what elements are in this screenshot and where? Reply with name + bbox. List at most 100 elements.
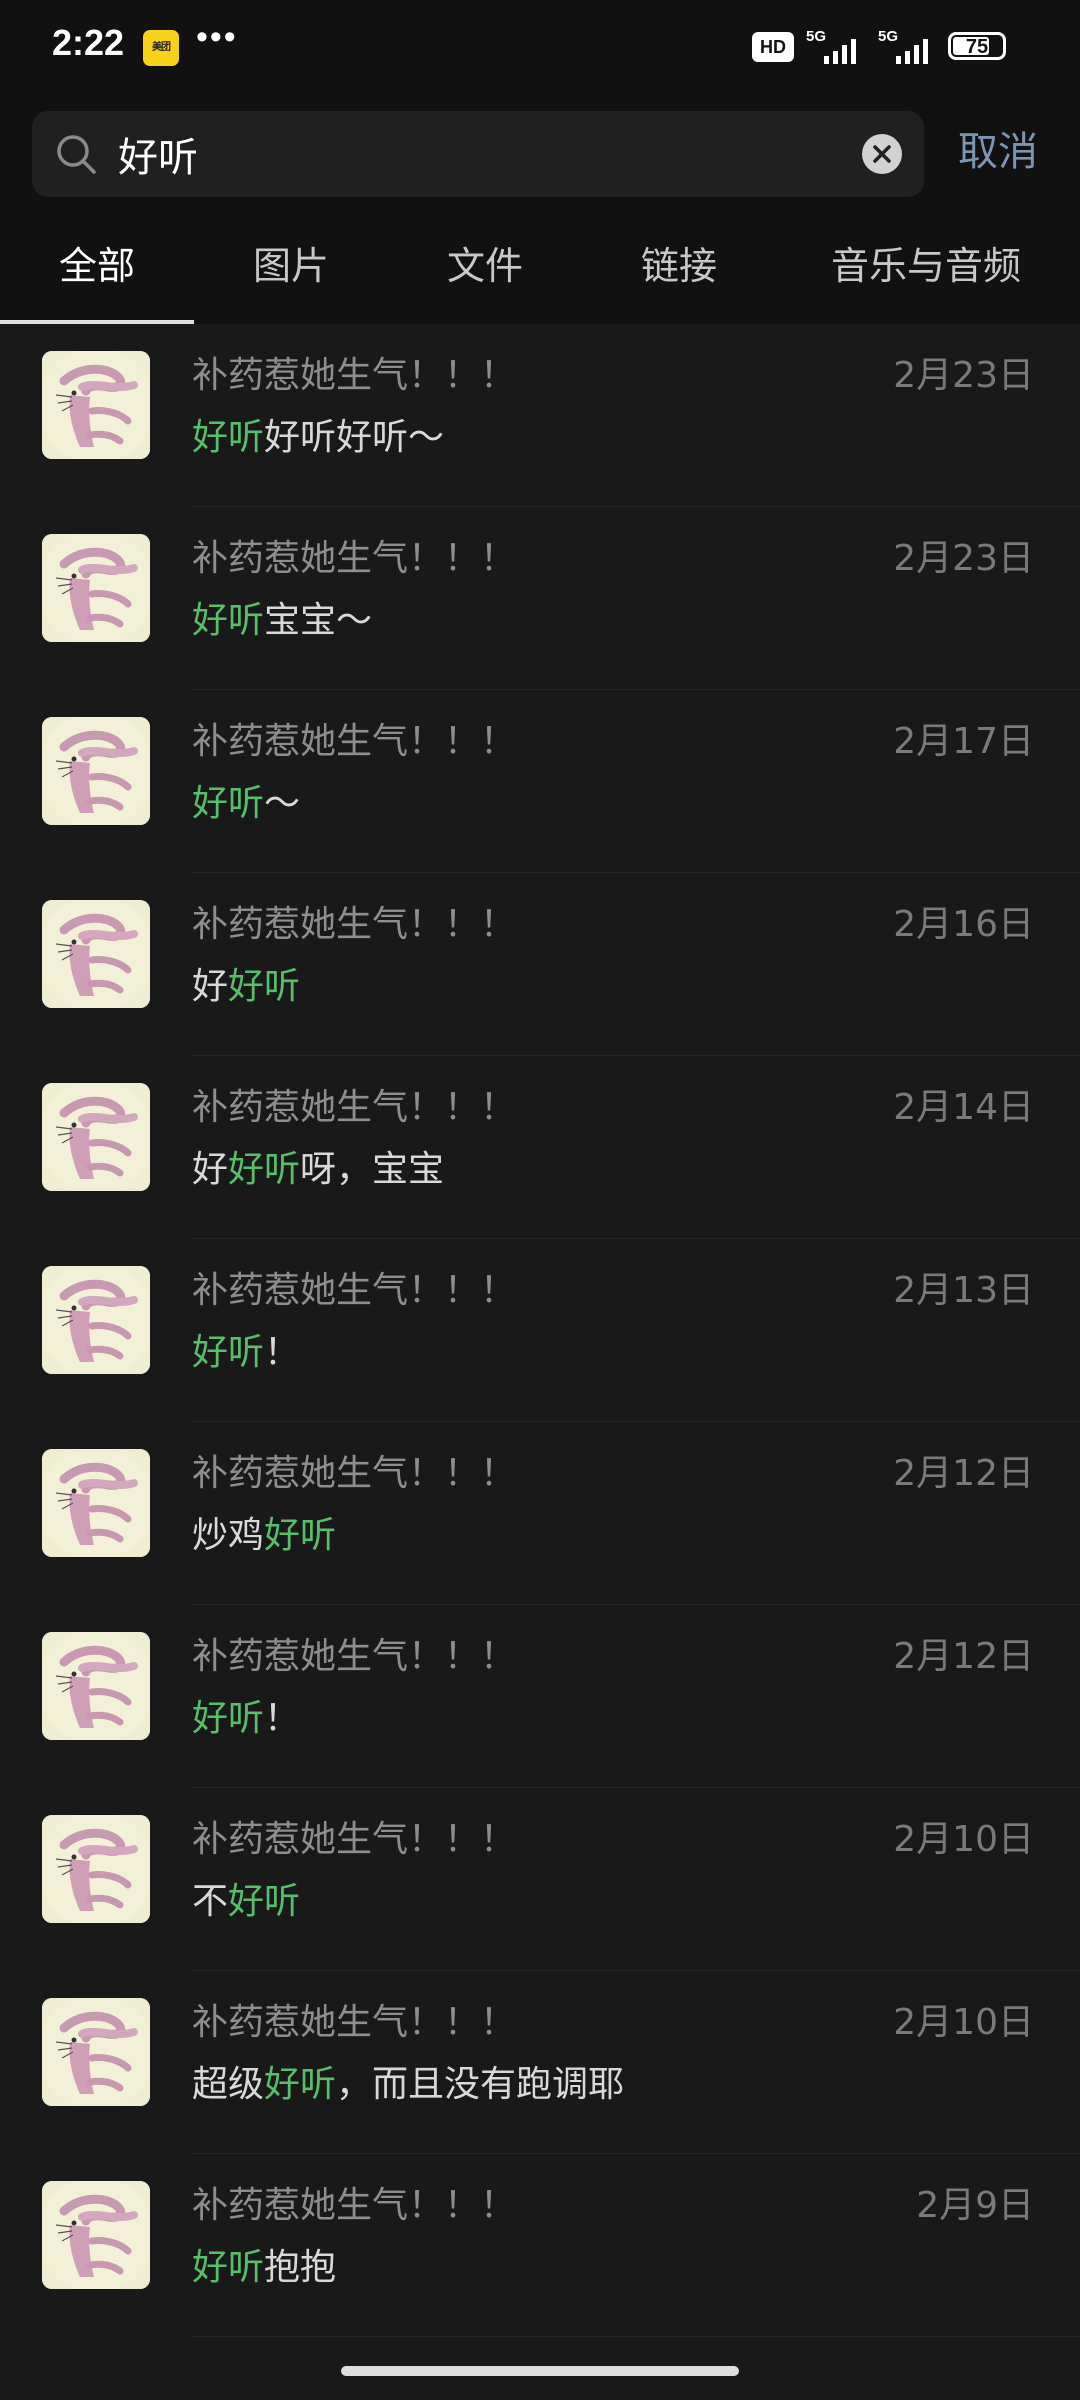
navigation-bar <box>0 2338 1080 2400</box>
message-snippet: 超级好听，而且没有跑调耶 <box>192 2055 624 2107</box>
message-date: 2月12日 <box>893 1453 1034 1494</box>
bunny-avatar-image <box>42 1449 150 1557</box>
more-notifications-icon: ••• <box>196 18 238 56</box>
tab-links[interactable]: 链接 <box>582 226 776 324</box>
search-result-item[interactable]: 补药惹她生气！！！ 2月9日 好听抱抱 <box>0 2154 1080 2337</box>
bunny-avatar-image <box>42 1998 150 2106</box>
message-date: 2月17日 <box>893 721 1034 762</box>
tab-images[interactable]: 图片 <box>194 226 388 324</box>
message-date: 2月10日 <box>893 2002 1034 2043</box>
divider <box>192 2336 1080 2337</box>
snippet-text-after: 好听好听～ <box>264 417 445 458</box>
message-snippet: 好好听 <box>192 957 300 1009</box>
message-date: 2月14日 <box>893 1087 1034 1128</box>
snippet-keyword-highlight: 好听 <box>264 2064 337 2105</box>
avatar[interactable] <box>42 351 150 459</box>
snippet-text-after: 呀，宝宝 <box>300 1149 445 1190</box>
search-result-item[interactable]: 补药惹她生气！！！ 2月12日 好听！ <box>0 1605 1080 1788</box>
search-input[interactable] <box>118 111 858 197</box>
snippet-text-before: 炒鸡 <box>192 1515 265 1556</box>
avatar[interactable] <box>42 900 150 1008</box>
avatar[interactable] <box>42 2181 150 2289</box>
search-result-item[interactable]: 补药惹她生气！！！ 2月17日好听～ <box>0 690 1080 873</box>
snippet-text-before: 超级 <box>192 2064 265 2105</box>
message-snippet: 好好听呀，宝宝 <box>192 1140 444 1192</box>
snippet-keyword-highlight: 好听 <box>264 1515 337 1556</box>
message-snippet: 好听！ <box>192 1689 300 1741</box>
status-time: 2:22 <box>52 22 125 63</box>
search-header: 取消 全部 图片 文件 链接 音乐与音频 <box>0 96 1080 324</box>
search-result-item[interactable]: 补药惹她生气！！！ 2月23日好听宝宝～ <box>0 507 1080 690</box>
meituan-app-icon: 美团 <box>143 30 179 66</box>
snippet-text-after: ～ <box>264 783 301 824</box>
clear-search-icon[interactable] <box>860 132 904 176</box>
sender-name: 补药惹她生气！！！ <box>192 1819 517 1860</box>
snippet-keyword-highlight: 好听 <box>228 1149 301 1190</box>
signal-5g-icon-2: 5G <box>878 28 942 68</box>
snippet-text-before: 好 <box>192 1149 229 1190</box>
sender-name: 补药惹她生气！！！ <box>192 355 517 396</box>
tab-all[interactable]: 全部 <box>0 226 194 324</box>
message-date: 2月23日 <box>893 355 1034 396</box>
search-result-item[interactable]: 补药惹她生气！！！ 2月23日好听好听好听～ <box>0 324 1080 507</box>
status-bar: 2:22 美团 ••• HD 5G 5G 75 <box>0 0 1080 96</box>
avatar[interactable] <box>42 1632 150 1740</box>
sender-name: 补药惹她生气！！！ <box>192 2185 517 2226</box>
search-screen: 2:22 美团 ••• HD 5G 5G 75 好听 取消 全部 图片 文件 链… <box>0 0 1080 2400</box>
snippet-text-before: 好 <box>192 966 229 1007</box>
bunny-avatar-image <box>42 1083 150 1191</box>
snippet-keyword-highlight: 好听 <box>192 2247 265 2288</box>
message-date: 2月23日 <box>893 538 1034 579</box>
search-icon <box>57 135 96 174</box>
avatar[interactable] <box>42 534 150 642</box>
signal-label-2: 5G <box>878 28 899 45</box>
bunny-avatar-image <box>42 717 150 825</box>
sender-name: 补药惹她生气！！！ <box>192 721 517 762</box>
signal-label-1: 5G <box>806 28 827 45</box>
tab-files[interactable]: 文件 <box>388 226 582 324</box>
snippet-keyword-highlight: 好听 <box>228 1881 301 1922</box>
message-snippet: 炒鸡好听 <box>192 1506 336 1558</box>
avatar[interactable] <box>42 717 150 825</box>
sender-name: 补药惹她生气！！！ <box>192 2002 517 2043</box>
avatar[interactable] <box>42 1449 150 1557</box>
sender-name: 补药惹她生气！！！ <box>192 904 517 945</box>
bunny-avatar-image <box>42 900 150 1008</box>
search-filter-tabs: 全部 图片 文件 链接 音乐与音频 <box>0 226 1080 324</box>
snippet-text-after: 宝宝～ <box>264 600 373 641</box>
bunny-avatar-image <box>42 2181 150 2289</box>
snippet-text-after: ，而且没有跑调耶 <box>336 2064 625 2105</box>
search-result-item[interactable]: 补药惹她生气！！！ 2月13日 好听！ <box>0 1239 1080 1422</box>
avatar[interactable] <box>42 1998 150 2106</box>
search-result-item[interactable]: 补药惹她生气！！！ 2月12日 炒鸡好听 <box>0 1422 1080 1605</box>
bunny-avatar-image <box>42 1632 150 1740</box>
search-result-item[interactable]: 补药惹她生气！！！ 2月14日好好听呀，宝宝 <box>0 1056 1080 1239</box>
bunny-avatar-image <box>42 1266 150 1374</box>
message-date: 2月13日 <box>893 1270 1034 1311</box>
snippet-keyword-highlight: 好听 <box>192 417 265 458</box>
message-snippet: 不好听 <box>192 1872 300 1924</box>
avatar[interactable] <box>42 1266 150 1374</box>
home-indicator[interactable] <box>341 2366 739 2376</box>
search-result-item[interactable]: 补药惹她生气！！！ 2月10日 不好听 <box>0 1788 1080 1971</box>
message-snippet: 好听宝宝～ <box>192 591 372 643</box>
tab-music-audio[interactable]: 音乐与音频 <box>776 226 1076 324</box>
snippet-text-after: 抱抱 <box>264 2247 337 2288</box>
message-snippet: 好听抱抱 <box>192 2238 336 2290</box>
search-box[interactable] <box>32 111 924 197</box>
avatar[interactable] <box>42 1815 150 1923</box>
battery-level: 75 <box>965 36 989 58</box>
search-result-item[interactable]: 补药惹她生气！！！ 2月10日超级好听，而且没有跑调耶 <box>0 1971 1080 2154</box>
snippet-keyword-highlight: 好听 <box>192 1698 265 1739</box>
battery-icon: 75 <box>948 32 1006 60</box>
message-date: 2月16日 <box>893 904 1034 945</box>
snippet-text-after: ！ <box>264 1698 301 1739</box>
bunny-avatar-image <box>42 351 150 459</box>
signal-5g-icon-1: 5G <box>806 28 870 68</box>
avatar[interactable] <box>42 1083 150 1191</box>
message-snippet: 好听～ <box>192 774 300 826</box>
cancel-button[interactable]: 取消 <box>958 120 1038 184</box>
sender-name: 补药惹她生气！！！ <box>192 538 517 579</box>
sender-name: 补药惹她生气！！！ <box>192 1087 517 1128</box>
search-result-item[interactable]: 补药惹她生气！！！ 2月16日好好听 <box>0 873 1080 1056</box>
